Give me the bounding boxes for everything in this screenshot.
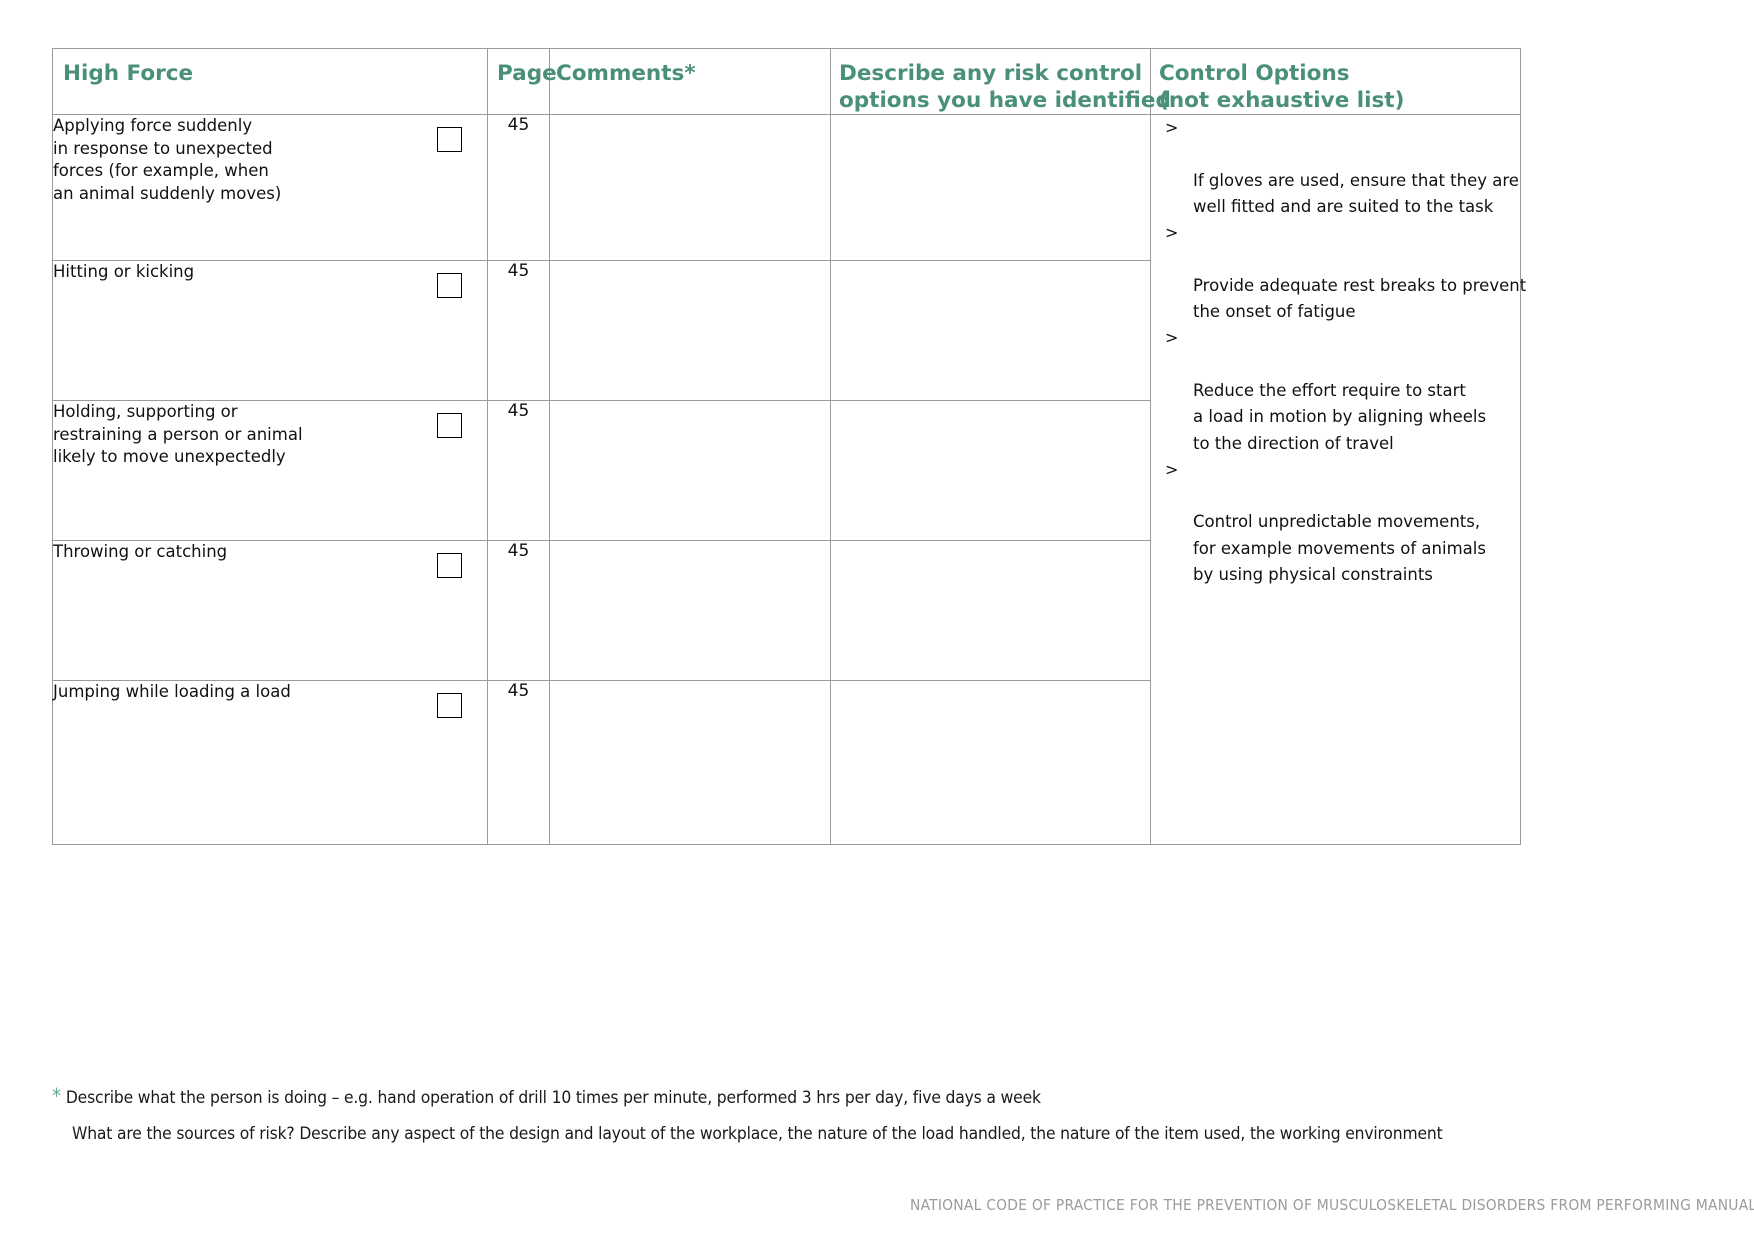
table-row: Applying force suddenly in response to u… xyxy=(52,114,1526,845)
hazard-checkbox[interactable] xyxy=(437,693,462,718)
hazard-checkbox[interactable] xyxy=(437,127,462,152)
hazard-cell: Jumping while loading a load xyxy=(52,680,488,845)
column-header-page-label: Page xyxy=(497,61,557,86)
control-options-cell: > If gloves are used, ensure that they a… xyxy=(1150,114,1526,845)
risk-control-input-cell[interactable] xyxy=(830,260,1151,401)
risk-control-input-cell[interactable] xyxy=(830,400,1151,541)
column-header-describe-label: Describe any risk control options you ha… xyxy=(839,61,1171,113)
column-header-control-options-label: Control Options (not exhaustive list) xyxy=(1159,61,1405,113)
page-number: 45 xyxy=(507,261,530,281)
hazard-label: Holding, supporting or restraining a per… xyxy=(53,402,303,466)
column-header-hazard-label: High Force xyxy=(63,61,194,86)
page-number: 45 xyxy=(507,541,530,561)
chevron-right-icon: > xyxy=(1165,459,1179,479)
risk-control-input-cell[interactable] xyxy=(830,680,1151,845)
hazard-cell: Applying force suddenly in response to u… xyxy=(52,114,488,261)
control-option-text: Control unpredictable movements, for exa… xyxy=(1193,512,1486,585)
column-header-control-options: Control Options (not exhaustive list) xyxy=(1150,48,1521,115)
comments-input-cell[interactable] xyxy=(549,540,831,681)
column-header-page: Page xyxy=(487,48,557,115)
hazard-cell: Holding, supporting or restraining a per… xyxy=(52,400,488,541)
control-option-item: > If gloves are used, ensure that they a… xyxy=(1151,115,1613,220)
control-option-text: If gloves are used, ensure that they are… xyxy=(1193,170,1519,216)
chevron-right-icon: > xyxy=(1165,223,1179,243)
comments-input-cell[interactable] xyxy=(549,114,831,261)
page-reference-cell: 45 xyxy=(487,260,550,401)
comments-input-cell[interactable] xyxy=(549,260,831,401)
hazard-cell: Hitting or kicking xyxy=(52,260,488,401)
page-reference-cell: 45 xyxy=(487,680,550,845)
page-reference-cell: 45 xyxy=(487,400,550,541)
footnote-block: * Describe what the person is doing – e.g… xyxy=(52,1078,1754,1152)
risk-assessment-table: High Force Page Comments* Describe any r… xyxy=(52,48,1526,845)
control-option-text: Provide adequate rest breaks to prevent … xyxy=(1193,275,1527,322)
column-header-describe: Describe any risk control options you ha… xyxy=(830,48,1171,115)
hazard-checkbox[interactable] xyxy=(437,413,462,438)
column-header-comments-label: Comments* xyxy=(556,61,696,86)
hazard-label: Throwing or catching xyxy=(53,542,228,561)
footnote-line-1-text: Describe what the person is doing – e.g.… xyxy=(65,1088,1041,1108)
page-footer: NATIONAL CODE OF PRACTICE FOR THE PREVEN… xyxy=(910,1196,1754,1214)
comments-input-cell[interactable] xyxy=(549,400,831,541)
footnote-line-1: * Describe what the person is doing – e.g… xyxy=(52,1078,1754,1116)
control-option-item: > Control unpredictable movements, for e… xyxy=(1151,457,1613,588)
chevron-right-icon: > xyxy=(1165,328,1179,348)
control-options-list: > If gloves are used, ensure that they a… xyxy=(1151,115,1526,588)
column-header-hazard: High Force xyxy=(52,48,488,115)
page-number: 45 xyxy=(507,115,530,135)
column-header-comments: Comments* xyxy=(549,48,831,115)
page-reference-cell: 45 xyxy=(487,114,550,261)
page-number: 45 xyxy=(507,681,530,701)
table-header: High Force Page Comments* Describe any r… xyxy=(52,48,1521,115)
risk-control-input-cell[interactable] xyxy=(830,540,1151,681)
table-header-row: High Force Page Comments* Describe any r… xyxy=(52,48,1521,115)
hazard-label: Applying force suddenly in response to u… xyxy=(53,116,282,203)
page-reference-cell: 45 xyxy=(487,540,550,681)
hazard-cell: Throwing or catching xyxy=(52,540,488,681)
control-option-text: Reduce the effort require to start a loa… xyxy=(1193,380,1487,453)
hazard-label: Hitting or kicking xyxy=(53,262,195,281)
control-option-item: > Provide adequate rest breaks to preven… xyxy=(1151,220,1613,325)
asterisk-icon: * xyxy=(52,1084,61,1108)
risk-assessment-table-container: High Force Page Comments* Describe any r… xyxy=(52,48,1526,845)
hazard-checkbox[interactable] xyxy=(437,273,462,298)
page-number: 45 xyxy=(507,401,530,421)
comments-input-cell[interactable] xyxy=(549,680,831,845)
table-body: Applying force suddenly in response to u… xyxy=(52,114,1526,845)
hazard-checkbox[interactable] xyxy=(437,553,462,578)
risk-control-input-cell[interactable] xyxy=(830,114,1151,261)
control-option-item: > Reduce the effort require to start a l… xyxy=(1151,325,1613,456)
hazard-label: Jumping while loading a load xyxy=(53,682,291,701)
footnote-line-2: What are the sources of risk? Describe a… xyxy=(72,1124,1443,1144)
chevron-right-icon: > xyxy=(1165,118,1179,137)
